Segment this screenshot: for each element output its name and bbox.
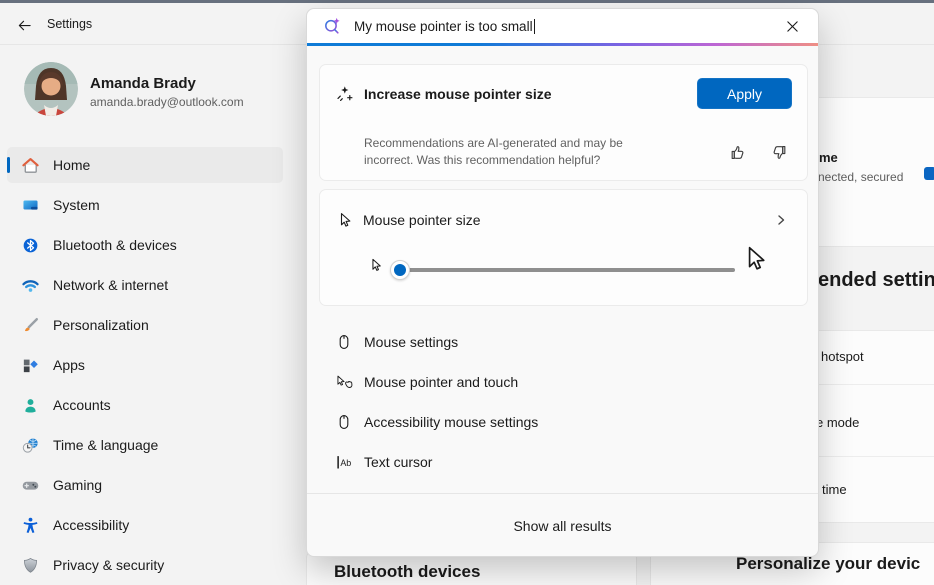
result-label: Mouse pointer and touch xyxy=(364,374,518,390)
accounts-icon xyxy=(21,396,40,415)
network-icon xyxy=(21,276,40,295)
ai-search-icon xyxy=(322,16,343,37)
ai-gradient-divider xyxy=(307,43,818,46)
sidebar-item-label: Privacy & security xyxy=(53,557,164,573)
sidebar-item-label: Apps xyxy=(53,357,85,373)
sidebar-item-label: Bluetooth & devices xyxy=(53,237,177,253)
sidebar-item-network[interactable]: Network & internet xyxy=(7,267,283,303)
result-mouse-pointer-touch[interactable]: Mouse pointer and touch xyxy=(307,362,818,402)
time-language-icon xyxy=(21,436,40,455)
small-cursor-icon xyxy=(369,258,383,277)
show-all-results-button[interactable]: Show all results xyxy=(307,494,818,558)
home-icon xyxy=(21,156,40,175)
thumbs-down-icon xyxy=(770,143,789,162)
sidebar-item-system[interactable]: System xyxy=(7,187,283,223)
sidebar-item-label: System xyxy=(53,197,100,213)
sidebar-item-time-language[interactable]: Time & language xyxy=(7,427,283,463)
setting-row-mobile-hotspot: hotspot xyxy=(821,349,864,364)
pointer-size-title: Mouse pointer size xyxy=(363,212,481,228)
result-label: Text cursor xyxy=(364,454,432,470)
result-label: Accessibility mouse settings xyxy=(364,414,538,430)
page-title: Settings xyxy=(47,17,92,31)
sidebar-item-gaming[interactable]: Gaming xyxy=(7,467,283,503)
apply-button[interactable]: Apply xyxy=(697,78,792,109)
sidebar-item-bluetooth[interactable]: Bluetooth & devices xyxy=(7,227,283,263)
ai-sparkle-icon xyxy=(335,84,355,104)
text-cursor-icon: Ab xyxy=(335,455,353,470)
result-text-cursor[interactable]: Ab Text cursor xyxy=(307,442,818,482)
search-flyout: My mouse pointer is too small Increase m… xyxy=(306,8,819,557)
setting-row-airplane-mode: e mode xyxy=(816,415,859,430)
sidebar-item-label: Network & internet xyxy=(53,277,168,293)
recommended-settings-heading: ended setting xyxy=(818,269,934,292)
ai-disclaimer-text: Recommendations are AI-generated and may… xyxy=(364,135,652,170)
result-mouse-settings[interactable]: Mouse settings xyxy=(307,322,818,362)
sidebar-item-accessibility[interactable]: Accessibility xyxy=(7,507,283,543)
sidebar-item-label: Personalization xyxy=(53,317,149,333)
close-button[interactable] xyxy=(780,14,804,38)
gaming-icon xyxy=(21,476,40,495)
personalization-icon xyxy=(21,316,40,335)
network-card-button-fragment xyxy=(924,167,934,180)
sidebar-item-home[interactable]: Home xyxy=(7,147,283,183)
sidebar-item-privacy[interactable]: Privacy & security xyxy=(7,547,283,583)
setting-row-time: time xyxy=(822,482,847,497)
network-status-fragment: nected, secured xyxy=(818,170,903,184)
mouse-icon xyxy=(335,334,353,350)
bluetooth-devices-heading: Bluetooth devices xyxy=(334,562,480,582)
mouse-icon xyxy=(335,414,353,430)
sidebar-item-accounts[interactable]: Accounts xyxy=(7,387,283,423)
slider-thumb[interactable] xyxy=(390,260,410,280)
search-results: Mouse settings Mouse pointer and touch A… xyxy=(307,322,818,482)
search-input[interactable]: My mouse pointer is too small xyxy=(307,9,818,43)
accessibility-icon xyxy=(21,516,40,535)
pointer-size-card: Mouse pointer size xyxy=(319,189,808,306)
result-accessibility-mouse[interactable]: Accessibility mouse settings xyxy=(307,402,818,442)
result-label: Mouse settings xyxy=(364,334,458,350)
privacy-icon xyxy=(21,556,40,575)
sidebar-item-label: Home xyxy=(53,157,90,173)
slider-track[interactable] xyxy=(392,268,735,272)
thumbs-up-button[interactable] xyxy=(726,141,748,163)
search-query-text: My mouse pointer is too small xyxy=(354,19,533,34)
sidebar-item-label: Accessibility xyxy=(53,517,129,533)
recommendation-title: Increase mouse pointer size xyxy=(364,86,552,102)
back-arrow-icon xyxy=(17,18,32,33)
chevron-right-icon xyxy=(775,214,787,226)
text-caret xyxy=(534,19,535,34)
apps-icon xyxy=(21,356,40,375)
thumbs-down-button[interactable] xyxy=(768,141,790,163)
system-icon xyxy=(21,196,40,215)
avatar xyxy=(24,62,78,116)
recommendation-card: Increase mouse pointer size Apply Recomm… xyxy=(319,64,808,181)
user-name: Amanda Brady xyxy=(90,75,196,92)
sidebar-item-personalization[interactable]: Personalization xyxy=(7,307,283,343)
svg-text:Ab: Ab xyxy=(340,457,351,467)
back-button[interactable] xyxy=(11,12,37,38)
pointer-size-slider xyxy=(320,245,807,300)
sidebar-nav: Home System Bluetooth & devices xyxy=(7,147,283,585)
bluetooth-icon xyxy=(21,236,40,255)
large-cursor-icon xyxy=(742,245,769,277)
network-name-fragment: me xyxy=(819,150,838,165)
window-top-edge xyxy=(0,0,934,3)
sidebar-item-apps[interactable]: Apps xyxy=(7,347,283,383)
pointer-touch-icon xyxy=(335,375,353,390)
sidebar-item-label: Gaming xyxy=(53,477,102,493)
sidebar-item-label: Time & language xyxy=(53,437,158,453)
pointer-size-row[interactable]: Mouse pointer size xyxy=(320,190,807,228)
thumbs-up-icon xyxy=(728,143,747,162)
sidebar-item-label: Accounts xyxy=(53,397,111,413)
close-icon xyxy=(786,20,799,33)
cursor-icon xyxy=(337,212,353,228)
user-email: amanda.brady@outlook.com xyxy=(90,95,244,109)
